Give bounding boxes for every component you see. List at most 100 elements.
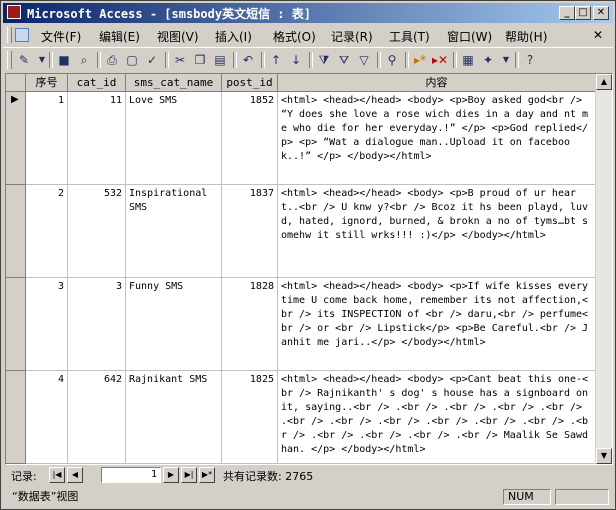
delete-record-icon[interactable]: ▸✕ bbox=[431, 51, 449, 69]
print-preview-icon[interactable]: ▢ bbox=[123, 51, 141, 69]
database-window-icon[interactable]: ▦ bbox=[459, 51, 477, 69]
menu-help[interactable]: 帮助(H) bbox=[505, 28, 547, 45]
access-app-icon[interactable] bbox=[7, 5, 21, 19]
datasheet: 序号 cat_id sms_cat_name post_id 内容 ▶ 1 11… bbox=[5, 73, 613, 465]
access-window: Microsoft Access - [smsbody英文短信 : 表] _ □… bbox=[0, 0, 616, 510]
separator bbox=[233, 52, 237, 68]
separator bbox=[453, 52, 457, 68]
sort-ascending-icon[interactable]: ↑ bbox=[267, 51, 285, 69]
undo-icon[interactable]: ↶ bbox=[239, 51, 257, 69]
column-header-seq[interactable]: 序号 bbox=[26, 74, 68, 92]
sort-descending-icon[interactable]: ↓ bbox=[287, 51, 305, 69]
first-record-icon[interactable]: |◀ bbox=[49, 467, 65, 483]
table-icon bbox=[15, 28, 29, 42]
scroll-down-icon[interactable]: ▼ bbox=[596, 448, 612, 464]
cell-post-id[interactable]: 1837 bbox=[222, 185, 278, 278]
record-count: 共有记录数: 2765 bbox=[223, 470, 314, 483]
current-record-icon: ▶ bbox=[11, 94, 19, 105]
copy-icon[interactable]: ❐ bbox=[191, 51, 209, 69]
menu-window[interactable]: 窗口(W) bbox=[447, 28, 492, 45]
menu-insert[interactable]: 插入(I) bbox=[215, 28, 252, 45]
status-empty-panel bbox=[555, 489, 609, 505]
new-object-icon[interactable]: ✦ bbox=[479, 51, 497, 69]
select-all-cell[interactable] bbox=[6, 74, 26, 92]
record-label: 记录: bbox=[11, 470, 37, 483]
print-icon[interactable]: ⎙ bbox=[103, 51, 121, 69]
toolbar: ✎ ▼ ■ ⌕ ⎙ ▢ ✓ ✂ ❐ ▤ ↶ ↑ ↓ ⧩ ⛛ ▽ ⚲ ▸* ▸✕ … bbox=[3, 47, 613, 72]
maximize-button[interactable]: □ bbox=[575, 6, 591, 20]
column-header-content[interactable]: 内容 bbox=[278, 74, 596, 92]
column-header-cat-id[interactable]: cat_id bbox=[68, 74, 126, 92]
filter-by-selection-icon[interactable]: ⧩ bbox=[315, 51, 333, 69]
filter-by-form-icon[interactable]: ⛛ bbox=[335, 51, 353, 69]
dropdown-icon[interactable]: ▼ bbox=[497, 51, 515, 69]
cell-seq[interactable]: 1 bbox=[26, 92, 68, 185]
cell-post-id[interactable]: 1828 bbox=[222, 278, 278, 371]
cell-content[interactable]: <html> <head></head> <body> <p>Boy asked… bbox=[278, 92, 596, 185]
cell-cat-id[interactable]: 11 bbox=[68, 92, 126, 185]
doc-close-icon[interactable]: ✕ bbox=[593, 28, 603, 42]
window-title: Microsoft Access - [smsbody英文短信 : 表] bbox=[27, 7, 311, 21]
paste-icon[interactable]: ▤ bbox=[211, 51, 229, 69]
column-header-cat-name[interactable]: sms_cat_name bbox=[126, 74, 222, 92]
save-icon[interactable]: ■ bbox=[55, 51, 73, 69]
cell-cat-id[interactable]: 3 bbox=[68, 278, 126, 371]
minimize-button[interactable]: _ bbox=[559, 6, 575, 20]
menu-view[interactable]: 视图(V) bbox=[157, 28, 199, 45]
help-icon[interactable]: ? bbox=[521, 51, 539, 69]
apply-filter-icon[interactable]: ▽ bbox=[355, 51, 373, 69]
separator bbox=[165, 52, 169, 68]
menu-file[interactable]: 文件(F) bbox=[41, 28, 81, 45]
cell-post-id[interactable]: 1852 bbox=[222, 92, 278, 185]
cell-cat-name[interactable]: Rajnikant SMS bbox=[126, 371, 222, 464]
status-num: NUM bbox=[503, 489, 551, 505]
status-bar: “数据表”视图 NUM bbox=[3, 487, 613, 507]
close-button[interactable]: ✕ bbox=[593, 6, 609, 20]
next-record-icon[interactable]: ▶ bbox=[163, 467, 179, 483]
view-icon[interactable]: ✎ bbox=[15, 51, 33, 69]
search-icon[interactable]: ⌕ bbox=[75, 51, 93, 69]
separator bbox=[309, 52, 313, 68]
record-number-input[interactable]: 1 bbox=[101, 467, 161, 483]
menu-grip[interactable] bbox=[7, 27, 12, 43]
menu-records[interactable]: 记录(R) bbox=[331, 28, 373, 45]
column-header-post-id[interactable]: post_id bbox=[222, 74, 278, 92]
cell-content[interactable]: <html> <head></head> <body> <p>If wife k… bbox=[278, 278, 596, 371]
new-record-nav-icon[interactable]: ▶* bbox=[199, 467, 215, 483]
menu-bar: 文件(F) 编辑(E) 视图(V) 插入(I) 格式(O) 记录(R) 工具(T… bbox=[3, 25, 613, 45]
new-record-icon[interactable]: ▸* bbox=[411, 51, 429, 69]
cell-seq[interactable]: 4 bbox=[26, 371, 68, 464]
vertical-scrollbar[interactable]: ▲ ▼ bbox=[595, 74, 612, 464]
row-selector[interactable] bbox=[6, 371, 26, 464]
cell-seq[interactable]: 2 bbox=[26, 185, 68, 278]
separator bbox=[49, 52, 53, 68]
row-selector[interactable] bbox=[6, 185, 26, 278]
separator bbox=[261, 52, 265, 68]
status-view: “数据表”视图 bbox=[12, 490, 79, 503]
menu-format[interactable]: 格式(O) bbox=[273, 28, 316, 45]
separator bbox=[515, 52, 519, 68]
menu-edit[interactable]: 编辑(E) bbox=[99, 28, 140, 45]
row-selector[interactable] bbox=[6, 278, 26, 371]
cell-cat-id[interactable]: 642 bbox=[68, 371, 126, 464]
toolbar-grip[interactable] bbox=[7, 51, 12, 69]
find-icon[interactable]: ⚲ bbox=[383, 51, 401, 69]
cell-cat-name[interactable]: Funny SMS bbox=[126, 278, 222, 371]
scroll-up-icon[interactable]: ▲ bbox=[596, 74, 612, 90]
row-selector[interactable]: ▶ bbox=[6, 92, 26, 185]
cell-content[interactable]: <html> <head></head> <body> <p>Cant beat… bbox=[278, 371, 596, 464]
cell-cat-name[interactable]: Inspirational SMS bbox=[126, 185, 222, 278]
prev-record-icon[interactable]: ◀ bbox=[67, 467, 83, 483]
cell-cat-id[interactable]: 532 bbox=[68, 185, 126, 278]
cut-icon[interactable]: ✂ bbox=[171, 51, 189, 69]
menu-tools[interactable]: 工具(T) bbox=[389, 28, 430, 45]
last-record-icon[interactable]: ▶| bbox=[181, 467, 197, 483]
cell-seq[interactable]: 3 bbox=[26, 278, 68, 371]
cell-content[interactable]: <html> <head></head> <body> <p>B proud o… bbox=[278, 185, 596, 278]
cell-cat-name[interactable]: Love SMS bbox=[126, 92, 222, 185]
separator bbox=[97, 52, 101, 68]
cell-post-id[interactable]: 1825 bbox=[222, 371, 278, 464]
separator bbox=[405, 52, 409, 68]
spelling-icon[interactable]: ✓ bbox=[143, 51, 161, 69]
title-bar: Microsoft Access - [smsbody英文短信 : 表] _ □… bbox=[3, 3, 613, 23]
